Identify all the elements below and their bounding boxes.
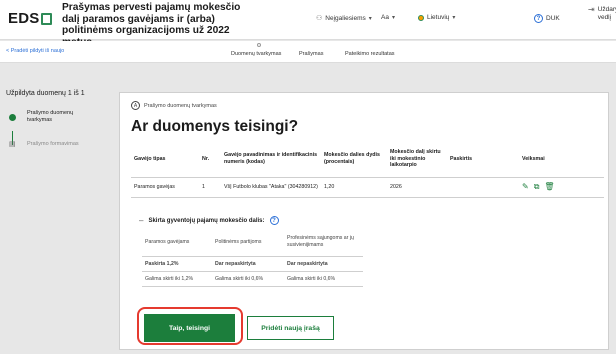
progress-label: Užpildyta duomenų 1 iš 1: [6, 90, 85, 97]
current-step-indicator: [257, 43, 261, 47]
allocation-table: Paramos gavėjams Politinėms partijoms Pr…: [142, 229, 363, 287]
col-recipient-type: Gavėjo tipas: [131, 141, 199, 178]
exit-icon: ⇥: [588, 5, 595, 14]
cell-purpose: [447, 177, 519, 198]
sidebar-step-data[interactable]: Prašymo duomenų tvarkymas: [27, 110, 87, 124]
col-purpose: Paskirtis: [447, 141, 519, 178]
col-recipient-name: Gavėjo pavadinimas ir identifikacinis nu…: [221, 141, 321, 178]
col-number: Nr.: [199, 141, 221, 178]
question-icon[interactable]: ?: [269, 216, 279, 225]
alloc-col-unions: Profesinėms sąjungoms ar jų susivienijim…: [284, 229, 363, 257]
section-number-badge: A: [131, 101, 140, 110]
section-crumb-label: Prašymo duomenų tvarkymas: [144, 102, 217, 109]
step-result: Pateikimo rezultatas: [345, 51, 395, 57]
alloc-col-parties: Politinėms partijoms: [212, 229, 284, 257]
chevron-down-icon: ▾: [368, 15, 372, 22]
help-label: DUK: [546, 15, 560, 22]
eds-logo[interactable]: EDS: [8, 10, 53, 27]
col-actions: Veiksmai: [519, 141, 604, 178]
card-title: Ar duomenys teisingi?: [131, 118, 299, 135]
step-request: Prašymas: [299, 51, 324, 57]
delete-icon[interactable]: 🗑: [544, 183, 554, 191]
collapse-icon: –: [139, 216, 144, 225]
cell-actions: ✎ ⧉ 🗑: [519, 177, 604, 198]
exit-wizard-button[interactable]: ⇥ Uždaryti vedlį: [588, 6, 616, 22]
cell-period: 2026: [387, 177, 447, 198]
exit-label: Uždaryti vedlį: [597, 6, 616, 21]
help-link[interactable]: ? DUK: [534, 14, 560, 23]
restart-link[interactable]: < Pradėti pildyti iš naujo: [6, 48, 64, 54]
available-unions: Galima skirti iki 0,6%: [284, 271, 363, 287]
app-header: EDS Prašymas pervesti pajamų mokesčio da…: [0, 0, 616, 48]
table-header-row: Gavėjo tipas Nr. Gavėjo pavadinimas ir i…: [131, 141, 604, 178]
logo-text: EDS: [8, 10, 40, 27]
highlight-annotation: [137, 307, 243, 345]
section-crumb: A Prašymo duomenų tvarkymas: [131, 101, 217, 110]
flag-icon: [418, 14, 424, 21]
sidebar-step-form[interactable]: Prašymo formavimas: [27, 141, 79, 148]
representation-dropdown[interactable]: ⚇ Neįgaliesiems ▾: [316, 14, 372, 23]
people-icon: ⚇: [316, 15, 323, 22]
table-row: Paramos gavėjas 1 VšĮ Futbolo klubas "At…: [131, 177, 604, 198]
allocation-header-row: Paramos gavėjams Politinėms partijoms Pr…: [142, 229, 363, 257]
wizard-stepbar: < Pradėti pildyti iš naujo Duomenų tvark…: [0, 41, 616, 63]
chevron-down-icon: ▾: [452, 15, 456, 21]
chevron-down-icon: ▾: [391, 15, 395, 21]
language-dropdown[interactable]: Lietuvių ▾: [418, 14, 455, 21]
assigned-unions: Dar nepaskirtyta: [284, 256, 363, 272]
available-recipients: Galima skirti iki 1,2%: [142, 271, 212, 287]
assigned-recipients: Paskirta 1,2%: [142, 256, 212, 272]
edit-icon[interactable]: ✎: [522, 183, 529, 191]
allocation-section-toggle[interactable]: – Skirta gyventojų pajamų mokesčio dalis…: [139, 216, 279, 225]
cell-name: VšĮ Futbolo klubas "Ataka" (304280912): [221, 177, 321, 198]
allocation-section-title: Skirta gyventojų pajamų mokesčio dalis:: [148, 217, 265, 224]
language-label: Lietuvių: [427, 14, 450, 21]
font-size-label: Aa: [381, 14, 389, 21]
logo-mark-icon: [41, 12, 53, 25]
step-data-handling: Duomenų tvarkymas: [231, 51, 282, 57]
recipients-table: Gavėjo tipas Nr. Gavėjo pavadinimas ir i…: [131, 141, 604, 198]
question-icon: ?: [534, 14, 543, 23]
cell-percent: 1,20: [321, 177, 387, 198]
document-icon: ▤: [9, 141, 16, 148]
assigned-parties: Dar nepaskirtyta: [212, 256, 284, 272]
col-percent: Mokesčio dalies dydis (procentais): [321, 141, 387, 178]
cell-nr: 1: [199, 177, 221, 198]
cell-type: Paramos gavėjas: [131, 177, 199, 198]
allocation-available-row: Galima skirti iki 1,2% Galima skirti iki…: [142, 271, 363, 287]
step-complete-icon: [9, 114, 16, 121]
font-size-dropdown[interactable]: Aa ▾: [381, 14, 395, 21]
add-entry-button[interactable]: Pridėti naują įrašą: [247, 316, 334, 340]
representation-label: Neįgaliesiems: [325, 14, 366, 22]
available-parties: Galima skirti iki 0,6%: [212, 271, 284, 287]
copy-icon[interactable]: ⧉: [534, 183, 540, 191]
allocation-assigned-row: Paskirta 1,2% Dar nepaskirtyta Dar nepas…: [142, 256, 363, 272]
col-period: Mokesčio dalį skirtu iki mokestinio laik…: [387, 141, 447, 178]
alloc-col-recipients: Paramos gavėjams: [142, 229, 212, 257]
